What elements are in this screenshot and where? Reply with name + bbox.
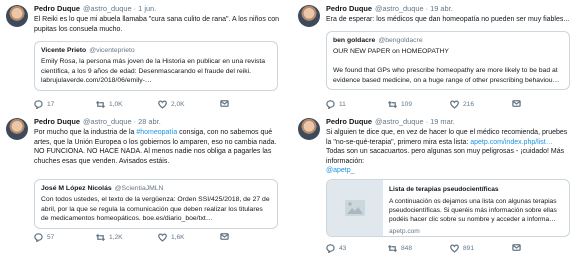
link-card[interactable]: Lista de terapias pseudocientíficas A co… [326, 179, 570, 237]
tweet-2[interactable]: Pedro Duque @astro_duque · 19 abr. Era de… [292, 0, 580, 113]
quoted-text: OUR NEW PAPER on HOMEOPATHY We found tha… [333, 48, 560, 84]
card-description: A continuación os dejamos una lista con … [389, 198, 557, 223]
card-title: Lista de terapias pseudocientíficas [389, 186, 499, 193]
heart-icon [158, 232, 167, 242]
list-link[interactable]: apetp.com/index.php/list… [470, 139, 553, 146]
tweet-4[interactable]: Pedro Duque @astro_duque · 19 mar. Si alg… [292, 113, 580, 264]
like-button[interactable]: 891 [450, 243, 512, 253]
envelope-icon [220, 232, 229, 240]
image-placeholder-icon [345, 200, 365, 216]
quoted-author-name: ben goldacre [333, 37, 376, 44]
reply-button[interactable]: 43 [326, 243, 388, 253]
envelope-icon [512, 243, 521, 251]
quoted-author-handle: @vicenteprieto [89, 47, 135, 54]
retweet-button[interactable]: 109 [388, 100, 450, 109]
avatar[interactable] [6, 118, 28, 140]
avatar[interactable] [298, 118, 320, 140]
like-button[interactable]: 216 [450, 99, 512, 109]
tweet-header: Pedro Duque @astro_duque · 19 mar. [326, 117, 576, 127]
tweet-actions: 43 848 891 [326, 243, 572, 253]
dm-button[interactable] [512, 243, 521, 254]
quoted-text: Con todos ustedes, el texto de la vergüe… [41, 196, 270, 223]
retweet-count: 848 [401, 244, 413, 252]
quoted-text: Emily Rosa, la persona más joven de la H… [41, 58, 266, 85]
like-button[interactable]: 2,0K [158, 99, 220, 109]
mention-link[interactable]: @apetp_ [326, 166, 572, 176]
reply-count: 43 [339, 244, 347, 252]
author-handle-date[interactable]: @astro_duque · 1 jun. [83, 4, 156, 13]
avatar[interactable] [6, 5, 28, 27]
like-button[interactable]: 1,6K [158, 232, 220, 242]
envelope-icon [512, 99, 521, 107]
card-url: apetp.com [389, 228, 420, 235]
tweet-1[interactable]: Pedro Duque @astro_duque · 1 jun. El Reik… [0, 0, 288, 113]
avatar[interactable] [298, 5, 320, 27]
reply-button[interactable]: 17 [34, 99, 96, 109]
heart-icon [158, 99, 167, 109]
reply-count: 17 [47, 100, 55, 108]
quoted-author-handle: @ScientiaJMLN [114, 185, 164, 192]
retweet-icon [96, 233, 105, 241]
card-body: Lista de terapias pseudocientíficas A co… [383, 180, 569, 236]
author-name[interactable]: Pedro Duque [34, 117, 80, 126]
dm-button[interactable] [220, 232, 229, 243]
retweet-count: 1,2K [109, 233, 123, 241]
tweet-actions: 57 1,2K 1,6K [34, 232, 280, 242]
dm-button[interactable] [512, 99, 521, 110]
reply-count: 57 [47, 233, 55, 241]
quoted-author-handle: @bengoldacre [378, 37, 423, 44]
retweet-count: 1,0K [109, 100, 123, 108]
tweet-header: Pedro Duque @astro_duque · 1 jun. [34, 4, 284, 14]
tweet-header: Pedro Duque @astro_duque · 28 abr. [34, 117, 284, 127]
quoted-tweet[interactable]: Vicente Prieto @vicenteprieto Emily Rosa,… [34, 41, 278, 91]
tweet-text: Si alguien te dice que, en vez de hacer … [326, 128, 572, 176]
envelope-icon [220, 99, 229, 107]
retweet-button[interactable]: 1,0K [96, 100, 158, 109]
tweet-header: Pedro Duque @astro_duque · 19 abr. [326, 4, 576, 14]
retweet-icon [96, 100, 105, 108]
reply-button[interactable]: 11 [326, 99, 388, 109]
reply-button[interactable]: 57 [34, 232, 96, 242]
quoted-tweet[interactable]: ben goldacre @bengoldacre OUR NEW PAPER o… [326, 31, 570, 91]
quoted-author-name: Vicente Prieto [41, 47, 87, 54]
dm-button[interactable] [220, 99, 229, 110]
quoted-author-name: José M López Nicolás [41, 185, 112, 192]
author-handle-date[interactable]: @astro_duque · 19 mar. [375, 117, 455, 126]
author-handle-date[interactable]: @astro_duque · 28 abr. [83, 117, 161, 126]
tweet-text: Por mucho que la industria de la #homeop… [34, 128, 280, 166]
author-name[interactable]: Pedro Duque [326, 117, 372, 126]
author-name[interactable]: Pedro Duque [34, 4, 80, 13]
tweet-text: El Reiki es lo que mi abuela llamaba "cu… [34, 16, 280, 33]
reply-icon [34, 99, 43, 109]
retweet-icon [388, 100, 397, 108]
tweet-text-middle: Todas son un sacacuartos. pero algunas s… [326, 148, 565, 165]
retweet-icon [388, 244, 397, 252]
like-count: 216 [463, 100, 475, 108]
tweet-actions: 11 109 216 [326, 99, 572, 109]
heart-icon [450, 99, 459, 109]
quoted-tweet[interactable]: José M López Nicolás @ScientiaJMLN Con to… [34, 179, 278, 229]
like-count: 891 [463, 244, 475, 252]
author-handle-date[interactable]: @astro_duque · 19 abr. [375, 4, 453, 13]
heart-icon [450, 243, 459, 253]
card-image [327, 180, 383, 236]
retweet-count: 109 [401, 100, 413, 108]
like-count: 2,0K [171, 100, 185, 108]
reply-count: 11 [339, 100, 346, 108]
tweet-3[interactable]: Pedro Duque @astro_duque · 28 abr. Por mu… [0, 113, 288, 264]
tweet-text: Era de esperar: los médicos que dan home… [326, 16, 570, 23]
hashtag-link[interactable]: #homeopatía [136, 129, 177, 136]
tweet-actions: 17 1,0K 2,0K [34, 99, 280, 109]
like-count: 1,6K [171, 233, 185, 241]
reply-icon [34, 232, 43, 242]
retweet-button[interactable]: 1,2K [96, 233, 158, 242]
retweet-button[interactable]: 848 [388, 244, 450, 253]
reply-icon [326, 243, 335, 253]
author-name[interactable]: Pedro Duque [326, 4, 372, 13]
reply-icon [326, 99, 335, 109]
tweet-text-start: Por mucho que la industria de la [34, 129, 137, 136]
